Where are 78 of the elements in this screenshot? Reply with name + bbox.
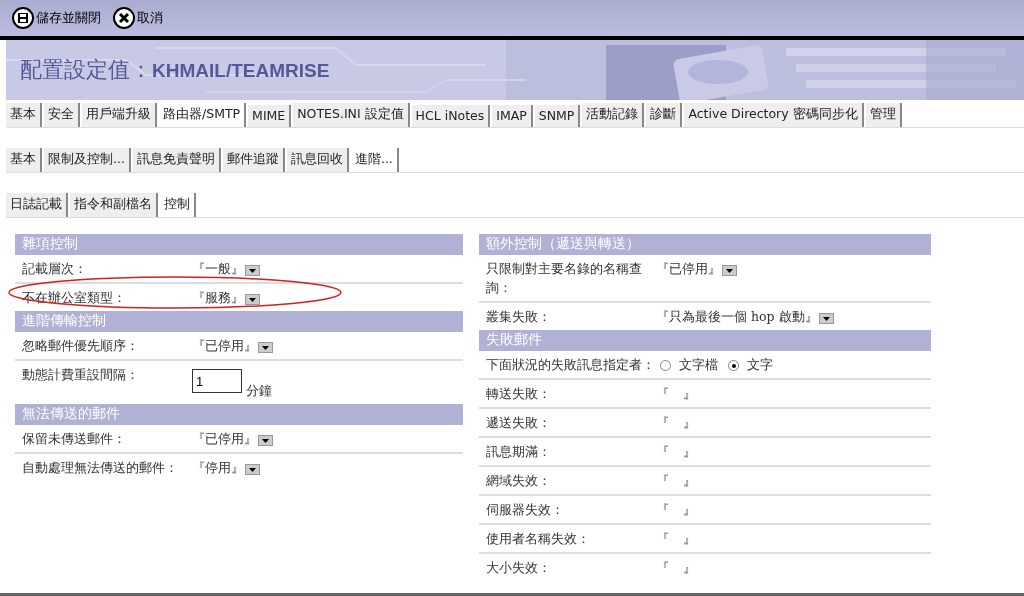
tab[interactable]: NOTES.INI 設定值 — [293, 103, 410, 127]
field-value: 『已停用』 — [192, 430, 257, 448]
field-label: 保留未傳送郵件： — [22, 430, 127, 448]
tab[interactable]: 訊息回收 — [286, 148, 349, 172]
field-value[interactable]: 『』 — [656, 413, 710, 432]
field-value[interactable]: 『』 — [656, 442, 710, 461]
field-value: 『一般』 — [192, 260, 244, 278]
field-label: 自動處理無法傳送的郵件： — [22, 459, 179, 477]
field-label: 記載層次： — [22, 260, 88, 278]
close-icon — [113, 7, 135, 29]
radio-button[interactable] — [728, 360, 739, 371]
tab[interactable]: SNMP — [534, 105, 581, 127]
dropdown-button[interactable] — [258, 342, 273, 353]
tab[interactable]: 基本 — [6, 148, 42, 172]
field-label: 網域失效： — [486, 472, 552, 490]
field-label: 忽略郵件優先順序： — [22, 337, 140, 355]
tab[interactable]: 指令和副檔名 — [70, 193, 158, 217]
tab[interactable]: 診斷 — [646, 103, 683, 127]
field-label: 下面狀況的失敗訊息指定者： — [486, 356, 656, 374]
field-label: 動態計費重設間隔： — [22, 366, 140, 384]
radio-button[interactable] — [660, 360, 671, 371]
caret-down-icon — [249, 268, 256, 273]
cancel-button[interactable]: 取消 — [113, 7, 163, 29]
field-label: 轉送失敗： — [486, 385, 552, 403]
field-label: 叢集失敗： — [486, 308, 552, 326]
page-title: 配置設定值：KHMAIL/TEAMRISE — [19, 56, 330, 84]
field-value: 『已停用』 — [656, 260, 721, 278]
field-label: 訊息期滿： — [486, 443, 552, 461]
field-value[interactable]: 『』 — [656, 500, 710, 519]
tab[interactable]: 基本 — [6, 103, 42, 127]
dropdown-button[interactable] — [245, 294, 260, 305]
caret-down-icon — [249, 467, 256, 472]
option-label: 文字檔 — [679, 356, 718, 374]
option-label: 文字 — [747, 356, 773, 374]
section-header: 進階傳輸控制 — [15, 311, 463, 332]
field-value[interactable]: 『』 — [656, 384, 710, 403]
section-header: 雜項控制 — [15, 234, 463, 255]
section-header: 無法傳送的郵件 — [15, 404, 463, 425]
dropdown-button[interactable] — [245, 464, 260, 475]
dropdown-button[interactable] — [722, 265, 737, 276]
field-label: 使用者名稱失效： — [486, 530, 591, 548]
tab[interactable]: 限制及控制... — [44, 148, 131, 172]
tab[interactable]: 郵件追蹤 — [222, 148, 285, 172]
unit-label: 分鐘 — [246, 383, 272, 400]
field-value: 『服務』 — [192, 289, 244, 307]
tab[interactable]: MIME — [248, 105, 292, 127]
tab[interactable]: IMAP — [492, 105, 533, 127]
field-label: 只限制對主要名錄的名稱查詢： — [486, 260, 643, 297]
tab[interactable]: 安全 — [44, 103, 80, 127]
tab[interactable]: 用戶端升級 — [82, 103, 157, 127]
caret-down-icon — [262, 438, 269, 443]
field-value: 『已停用』 — [192, 337, 257, 355]
field-value[interactable]: 『』 — [656, 471, 710, 490]
dropdown-button[interactable] — [818, 313, 834, 324]
field-label: 大小失效： — [486, 559, 552, 577]
caret-down-icon — [726, 268, 733, 273]
tab[interactable]: 日誌記載 — [6, 193, 68, 217]
field-value[interactable]: 『』 — [656, 529, 710, 548]
field-label: 伺服器失效： — [486, 501, 565, 519]
field-value[interactable]: 『』 — [656, 558, 710, 577]
tab[interactable]: Active Directory 密碼同步化 — [684, 103, 864, 127]
section-header: 額外控制（遞送與轉送） — [479, 234, 931, 255]
save-button[interactable]: 儲存並關閉 — [12, 7, 101, 29]
input-field[interactable]: 1 — [192, 369, 242, 393]
floppy-disk-icon — [12, 7, 34, 29]
caret-down-icon — [262, 345, 269, 350]
dropdown-button[interactable] — [245, 265, 260, 276]
tab[interactable]: HCL iNotes — [411, 105, 491, 127]
tab[interactable]: 管理 — [865, 103, 902, 127]
tab[interactable]: 訊息免責聲明 — [132, 148, 221, 172]
caret-down-icon — [249, 297, 256, 302]
field-value: 『只為最後一個 hop 啟動』 — [656, 308, 818, 326]
section-header: 失敗郵件 — [479, 330, 931, 351]
field-value: 『停用』 — [192, 459, 244, 477]
caret-down-icon — [822, 316, 830, 321]
dropdown-button[interactable] — [258, 435, 273, 446]
field-label: 遞送失敗： — [486, 414, 552, 432]
tab[interactable]: 活動記錄 — [582, 103, 645, 127]
